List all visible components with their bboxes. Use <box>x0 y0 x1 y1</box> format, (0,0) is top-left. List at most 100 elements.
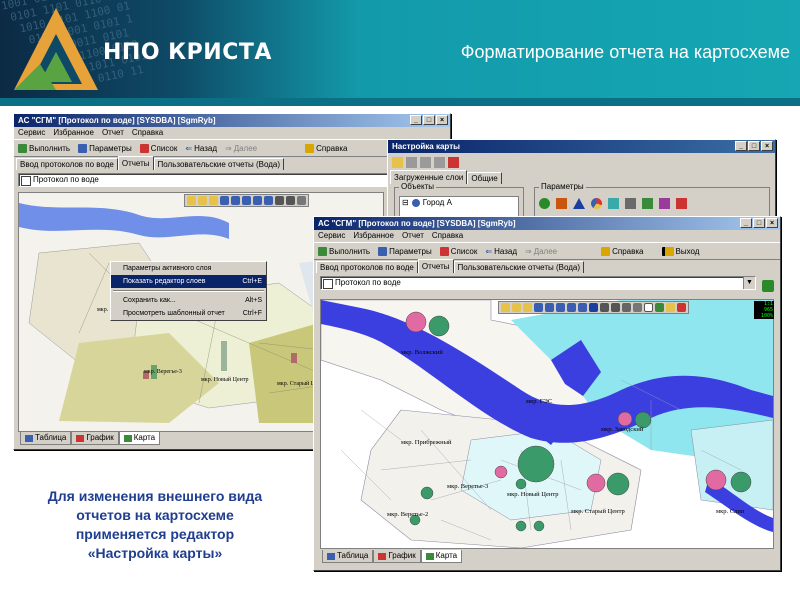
tab-input-protocols[interactable]: Ввод протоколов по воде <box>16 158 118 170</box>
measure-tool[interactable] <box>611 303 620 312</box>
maximize-button[interactable]: □ <box>423 115 435 125</box>
nav-down-tool[interactable] <box>567 303 576 312</box>
list-button[interactable]: Список <box>439 246 477 256</box>
list-button[interactable]: Список <box>139 143 177 153</box>
bottom-tab-map[interactable]: Карта <box>420 550 463 563</box>
zoom-fit-tool[interactable] <box>523 303 532 312</box>
zoom-in-tool[interactable] <box>187 196 196 205</box>
zoom-fit-tool[interactable] <box>209 196 218 205</box>
bar-style-icon[interactable] <box>556 198 567 209</box>
delete-icon[interactable] <box>448 156 459 168</box>
zoom-out-tool[interactable] <box>198 196 207 205</box>
tab-reports[interactable]: Отчеты <box>117 156 154 170</box>
back-button[interactable]: ⇐ Назад <box>485 247 517 256</box>
params-button[interactable]: Параметры <box>78 143 132 153</box>
menuitem-template-report[interactable]: Просмотреть шаблонный отчет Ctrl+F <box>111 307 266 320</box>
nav-left-tool[interactable] <box>220 196 229 205</box>
back-button[interactable]: ⇐ Назад <box>185 144 217 153</box>
front-map-area[interactable]: мкр. Волжский мкр. ГЭС мкр. Заводский мк… <box>320 299 774 549</box>
bottom-tab-chart[interactable]: График <box>71 432 119 445</box>
rotate-tool[interactable] <box>578 303 587 312</box>
bottom-tab-map[interactable]: Карта <box>118 432 161 445</box>
pie-style-icon[interactable] <box>591 198 602 209</box>
label-tool[interactable] <box>677 303 686 312</box>
print-tool[interactable] <box>297 196 306 205</box>
close-button[interactable]: × <box>766 218 778 228</box>
triangle-style-icon[interactable] <box>573 198 585 209</box>
help-button[interactable]: Справка <box>601 246 644 256</box>
nav-right-tool[interactable] <box>545 303 554 312</box>
back-report-selector[interactable]: Протокол по воде ▼ <box>18 173 446 187</box>
bottom-tab-chart[interactable]: График <box>373 550 421 563</box>
report-checkbox[interactable] <box>21 176 31 186</box>
menu-report[interactable]: Отчет <box>102 127 124 139</box>
zoom-in-tool[interactable] <box>501 303 510 312</box>
paint-bucket-icon[interactable] <box>625 198 636 209</box>
menu-report[interactable]: Отчет <box>402 230 424 242</box>
maximize-button[interactable]: □ <box>748 141 760 151</box>
nav-up-tool[interactable] <box>556 303 565 312</box>
tree-expand-icon[interactable]: ⊟ <box>402 198 409 207</box>
menu-favorites[interactable]: Избранное <box>53 127 94 139</box>
export-tool[interactable] <box>655 303 664 312</box>
run-button[interactable]: Выполнить <box>18 143 70 153</box>
layer-up-icon[interactable] <box>420 156 431 168</box>
rotate-tool[interactable] <box>264 196 273 205</box>
color-grid-icon[interactable] <box>642 198 653 209</box>
layer-add-icon[interactable] <box>406 156 417 168</box>
maximize-button[interactable]: □ <box>753 218 765 228</box>
tab-user-reports[interactable]: Пользовательские отчеты (Вода) <box>453 261 585 273</box>
forward-button[interactable]: ⇒ Далее <box>525 247 557 256</box>
minimize-button[interactable]: _ <box>735 141 747 151</box>
brush-icon[interactable] <box>392 156 403 168</box>
measure-tool[interactable] <box>286 196 295 205</box>
fill-style-icon[interactable] <box>608 198 619 209</box>
nav-up-tool[interactable] <box>242 196 251 205</box>
chevron-down-icon[interactable]: ▼ <box>743 277 755 289</box>
select-tool[interactable] <box>589 303 598 312</box>
legend-tool[interactable] <box>666 303 675 312</box>
exit-button[interactable]: Выход <box>661 246 699 256</box>
blank-page-tool[interactable] <box>644 303 653 312</box>
front-report-selector[interactable]: Протокол по воде ▼ <box>320 276 756 290</box>
report-checkbox[interactable] <box>323 279 333 289</box>
menu-service[interactable]: Сервис <box>18 127 45 139</box>
menu-service[interactable]: Сервис <box>318 230 345 242</box>
refresh-icon[interactable] <box>762 280 774 292</box>
params-button[interactable]: Параметры <box>378 246 432 256</box>
bottom-tab-table[interactable]: Таблица <box>322 550 374 563</box>
circle-style-icon[interactable] <box>539 198 550 209</box>
bottom-tab-table[interactable]: Таблица <box>20 432 72 445</box>
run-button[interactable]: Выполнить <box>318 246 370 256</box>
minimize-button[interactable]: _ <box>740 218 752 228</box>
menu-help[interactable]: Справка <box>432 230 463 242</box>
grid-tool[interactable] <box>600 303 609 312</box>
nav-left-tool[interactable] <box>534 303 543 312</box>
nav-right-tool[interactable] <box>231 196 240 205</box>
close-button[interactable]: × <box>436 115 448 125</box>
grid-tool[interactable] <box>275 196 284 205</box>
ruler-tool[interactable] <box>622 303 631 312</box>
back-window-title: АС "СГМ" [Протокол по воде] [SYSDBA] [Sg… <box>18 116 216 125</box>
help-button[interactable]: Справка <box>305 143 348 153</box>
tree-item-city[interactable]: ⊟ Город А <box>400 197 518 208</box>
menu-favorites[interactable]: Избранное <box>353 230 394 242</box>
palette-icon[interactable] <box>659 198 670 209</box>
tab-input-protocols[interactable]: Ввод протоколов по воде <box>316 261 418 273</box>
print-tool[interactable] <box>633 303 642 312</box>
tab-user-reports[interactable]: Пользовательские отчеты (Вода) <box>153 158 285 170</box>
forward-button[interactable]: ⇒ Далее <box>225 144 257 153</box>
tab-reports[interactable]: Отчеты <box>417 259 454 273</box>
menu-help[interactable]: Справка <box>132 127 163 139</box>
layer-down-icon[interactable] <box>434 156 445 168</box>
menuitem-save-as[interactable]: Сохранить как... Alt+S <box>111 294 266 307</box>
menuitem-show-layer-editor[interactable]: Показать редактор слоев Ctrl+E <box>111 275 266 288</box>
symbol-icon[interactable] <box>676 198 687 209</box>
menuitem-layer-params[interactable]: Параметры активного слоя <box>111 262 266 275</box>
tab-general[interactable]: Общие <box>467 172 502 184</box>
nav-down-tool[interactable] <box>253 196 262 205</box>
map-label-veretye2: мкр. Веретье-2 <box>387 511 428 518</box>
zoom-out-tool[interactable] <box>512 303 521 312</box>
close-button[interactable]: × <box>761 141 773 151</box>
minimize-button[interactable]: _ <box>410 115 422 125</box>
